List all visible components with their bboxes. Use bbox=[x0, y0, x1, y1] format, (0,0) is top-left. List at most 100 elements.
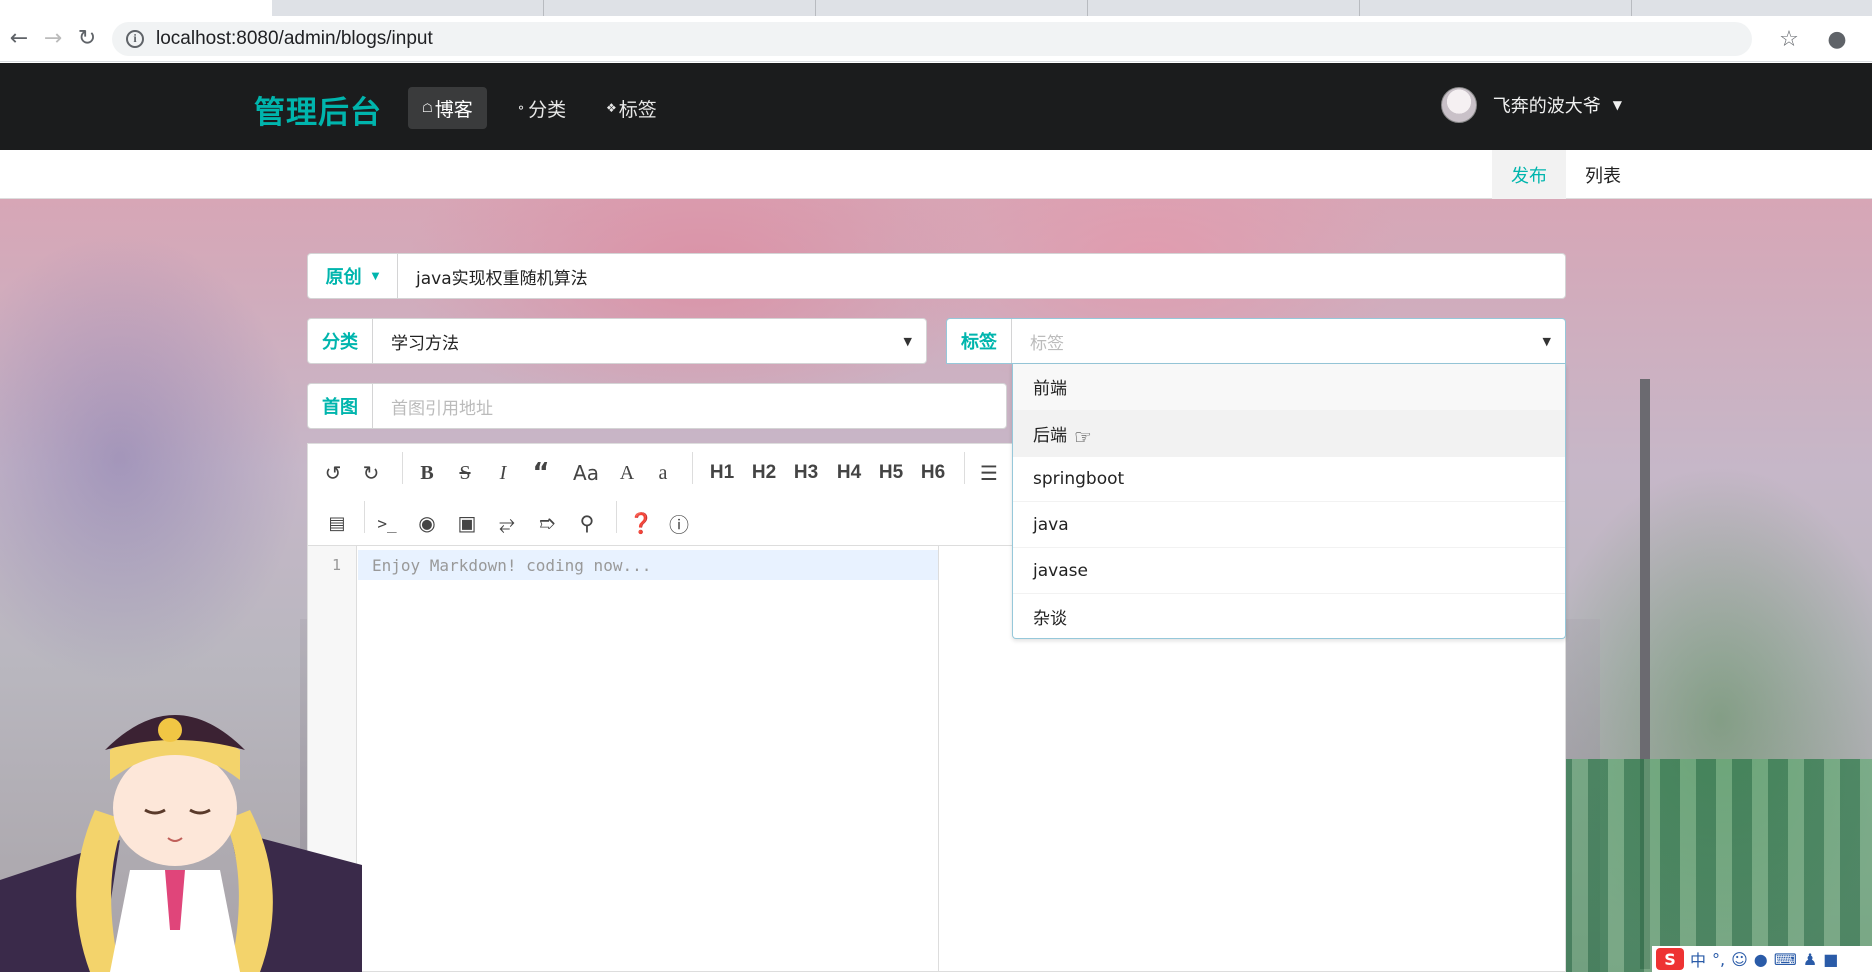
toc-icon[interactable]: ▤ bbox=[322, 508, 352, 538]
lowercase-icon[interactable]: a bbox=[648, 458, 678, 488]
h4-button[interactable]: H4 bbox=[831, 458, 867, 488]
toolbar-separator bbox=[692, 452, 693, 484]
help-icon[interactable]: ❓ bbox=[626, 508, 656, 538]
image-field: 首图 首图引用地址 bbox=[307, 383, 1007, 429]
uppercase-icon[interactable]: Aa bbox=[566, 458, 606, 488]
terminal-icon[interactable]: >_ bbox=[372, 508, 402, 538]
tag-option[interactable]: javase bbox=[1013, 547, 1565, 593]
browser-tab-active[interactable] bbox=[0, 0, 272, 16]
nav-item-label: 博客 bbox=[434, 98, 473, 121]
user-name: 飞奔的波大爷 bbox=[1492, 96, 1601, 117]
ime-lang[interactable]: 中 bbox=[1690, 947, 1706, 971]
user-menu[interactable]: 飞奔的波大爷 ▼ bbox=[1440, 87, 1622, 123]
preview-divider bbox=[938, 546, 939, 972]
title-input[interactable]: java实现权重随机算法 bbox=[398, 264, 588, 289]
italic-icon[interactable]: I bbox=[488, 458, 518, 488]
search-icon[interactable]: ⚲ bbox=[572, 508, 602, 538]
site-info-icon[interactable]: i bbox=[126, 29, 144, 48]
user-icon[interactable]: ♟ bbox=[1803, 950, 1817, 969]
category-select[interactable]: 学习方法 bbox=[373, 329, 459, 354]
quote-icon[interactable]: “ bbox=[526, 458, 556, 488]
profile-icon[interactable]: ● bbox=[1822, 24, 1852, 54]
top-navbar: 管理后台 ☖ 博客 ⚬ 分类 ❖ 标签 飞奔的波大爷 ▼ bbox=[0, 63, 1872, 150]
url-text: localhost:8080/admin/blogs/input bbox=[156, 27, 433, 49]
h2-button[interactable]: H2 bbox=[746, 458, 782, 488]
dropdown-icon[interactable]: ▼ bbox=[904, 335, 912, 348]
submenu-publish[interactable]: 发布 bbox=[1492, 150, 1566, 199]
image-label: 首图 bbox=[308, 384, 373, 428]
tag-select[interactable]: 标签 bbox=[1012, 329, 1064, 354]
face bbox=[113, 750, 237, 866]
strikethrough-icon[interactable]: S bbox=[450, 458, 480, 488]
bold-icon[interactable]: B bbox=[412, 458, 442, 488]
reload-icon[interactable]: ↻ bbox=[72, 24, 102, 54]
fullscreen-icon[interactable]: ⥂ bbox=[492, 508, 522, 538]
editor-textarea[interactable]: Enjoy Markdown! coding now... bbox=[358, 550, 938, 580]
star-icon[interactable]: ☆ bbox=[1774, 24, 1804, 54]
tag-option[interactable]: 后端 bbox=[1013, 409, 1565, 456]
h3-button[interactable]: H3 bbox=[788, 458, 824, 488]
tag-label: 标签 bbox=[947, 319, 1012, 363]
image-url-input[interactable]: 首图引用地址 bbox=[373, 394, 493, 419]
browser-tab[interactable] bbox=[1088, 0, 1360, 16]
tag-option[interactable]: java bbox=[1013, 501, 1565, 547]
nav-item-tags[interactable]: ❖ 标签 bbox=[592, 87, 671, 129]
home-icon: ☖ bbox=[422, 101, 433, 115]
browser-tabstrip bbox=[0, 0, 1872, 16]
brand-title: 管理后台 bbox=[254, 95, 382, 131]
idea-icon: ⚬ bbox=[516, 101, 527, 115]
toolbar-separator bbox=[364, 501, 365, 533]
emoji-icon[interactable]: ☺ bbox=[1731, 950, 1748, 969]
url-input[interactable]: i localhost:8080/admin/blogs/input bbox=[112, 21, 1752, 56]
browser-tab[interactable] bbox=[816, 0, 1088, 16]
submenu-list[interactable]: 列表 bbox=[1566, 150, 1640, 199]
browser-tab[interactable] bbox=[544, 0, 816, 16]
hat-moon bbox=[158, 718, 182, 742]
caret-down-icon: ▼ bbox=[371, 270, 380, 282]
h5-button[interactable]: H5 bbox=[873, 458, 909, 488]
ucfirst-icon[interactable]: A bbox=[612, 458, 642, 488]
mascot-character bbox=[0, 715, 362, 972]
nav-item-categories[interactable]: ⚬ 分类 bbox=[502, 87, 580, 129]
desktop-icon[interactable]: ▣ bbox=[452, 508, 482, 538]
secondary-menu: 发布 列表 bbox=[0, 150, 1872, 206]
sogou-icon[interactable]: S bbox=[1656, 948, 1684, 970]
eye-slash-icon[interactable]: ◉ bbox=[412, 508, 442, 538]
line-number: 1 bbox=[332, 556, 342, 574]
ime-toolbar: S 中 °, ☺ ● ⌨ ♟ ■ bbox=[1652, 946, 1872, 972]
eraser-icon[interactable]: ➱ bbox=[532, 508, 562, 538]
avatar bbox=[1440, 87, 1477, 123]
mic-icon[interactable]: ● bbox=[1754, 950, 1768, 969]
address-bar: ← → ↻ i localhost:8080/admin/blogs/input… bbox=[0, 16, 1872, 62]
info-icon[interactable]: ⓘ bbox=[664, 508, 694, 538]
tag-option[interactable]: 前端 bbox=[1013, 364, 1565, 410]
browser-tab[interactable] bbox=[272, 0, 544, 16]
nav-item-blogs[interactable]: ☖ 博客 bbox=[408, 87, 487, 129]
list-icon[interactable]: ☰ bbox=[974, 458, 1004, 488]
fence-shape bbox=[1552, 759, 1872, 972]
tag-option[interactable]: springboot bbox=[1013, 455, 1565, 502]
caret-down-icon: ▼ bbox=[1612, 98, 1622, 112]
toolbar-separator bbox=[964, 452, 965, 484]
punct-icon[interactable]: °, bbox=[1712, 950, 1725, 969]
forward-icon[interactable]: → bbox=[38, 24, 68, 54]
type-dropdown[interactable]: 原创 ▼ bbox=[308, 254, 398, 298]
h1-button[interactable]: H1 bbox=[704, 458, 740, 488]
category-label: 分类 bbox=[308, 319, 373, 363]
toolbar-separator bbox=[616, 501, 617, 533]
redo-icon[interactable]: ↻ bbox=[356, 458, 386, 488]
type-label: 原创 bbox=[325, 267, 362, 288]
browser-tab[interactable] bbox=[1360, 0, 1632, 16]
undo-icon[interactable]: ↺ bbox=[318, 458, 348, 488]
category-field: 分类 学习方法 ▼ bbox=[307, 318, 927, 364]
nav-item-label: 标签 bbox=[618, 98, 657, 121]
tag-dropdown-menu: 前端 后端 springboot java javase 杂谈 bbox=[1012, 364, 1566, 639]
tags-icon: ❖ bbox=[606, 101, 617, 115]
title-field: 原创 ▼ java实现权重随机算法 bbox=[307, 253, 1566, 299]
dropdown-icon[interactable]: ▼ bbox=[1543, 335, 1551, 348]
tag-option[interactable]: 杂谈 bbox=[1013, 592, 1565, 639]
h6-button[interactable]: H6 bbox=[915, 458, 951, 488]
keyboard-icon[interactable]: ⌨ bbox=[1774, 950, 1797, 969]
shirt-icon[interactable]: ■ bbox=[1823, 950, 1838, 969]
back-icon[interactable]: ← bbox=[4, 24, 34, 54]
